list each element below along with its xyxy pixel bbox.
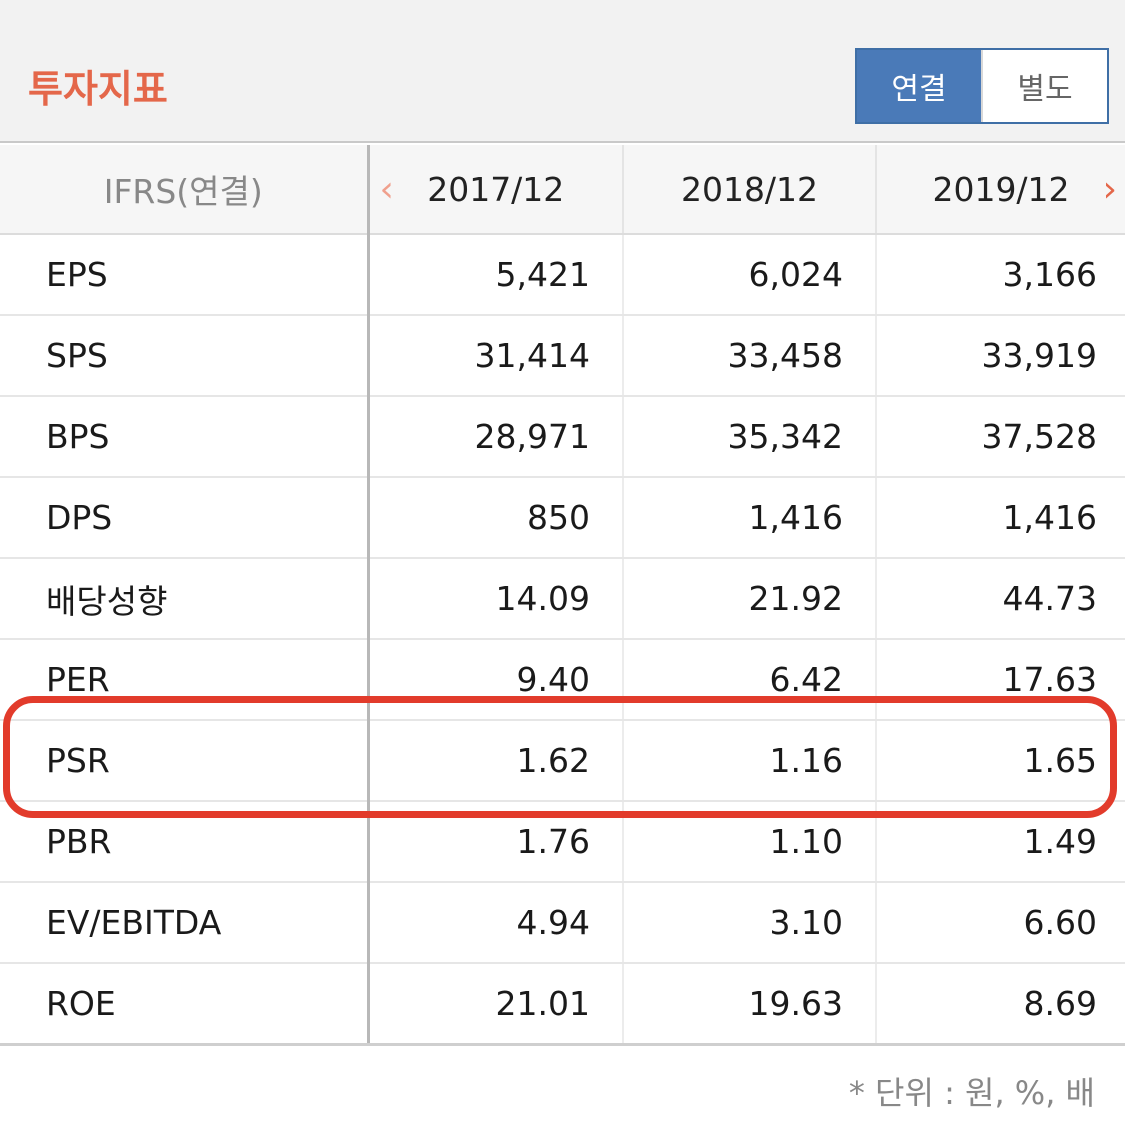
table-cell: 1,416: [623, 477, 877, 559]
table-cell: 17.63: [876, 639, 1125, 721]
table-cell: 14.09: [368, 558, 624, 640]
table-cell: 44.73: [876, 558, 1125, 640]
table-cell: 1.65: [876, 720, 1125, 802]
label-column-header: IFRS(연결): [0, 145, 370, 235]
table-row: DPS 850 1,416 1,416: [0, 477, 1125, 559]
table-cell: 31,414: [368, 315, 624, 397]
column-header: 2019/12 ›: [876, 145, 1125, 235]
consolidated-button[interactable]: 연결: [857, 50, 981, 122]
table-cell: 35,342: [623, 396, 877, 478]
table-cell: 28,971: [368, 396, 624, 478]
column-header-label: 2017/12: [427, 169, 565, 209]
table-cell: 19.63: [623, 963, 877, 1046]
row-label: SPS: [0, 315, 370, 397]
row-label: DPS: [0, 477, 370, 559]
table-row: BPS 28,971 35,342 37,528: [0, 396, 1125, 478]
table-cell: 33,458: [623, 315, 877, 397]
section-title: 투자지표: [28, 67, 168, 111]
table-row: EV/EBITDA 4.94 3.10 6.60: [0, 882, 1125, 964]
column-header-label: 2019/12: [932, 169, 1070, 209]
column-header: 2018/12: [623, 145, 877, 235]
table-cell: 9.40: [368, 639, 624, 721]
row-label: PBR: [0, 801, 370, 883]
consolidation-toggle: 연결 별도: [855, 48, 1109, 124]
table-cell: 37,528: [876, 396, 1125, 478]
row-label: BPS: [0, 396, 370, 478]
table-cell: 33,919: [876, 315, 1125, 397]
column-header-label: 2018/12: [680, 169, 819, 209]
table-row: PER 9.40 6.42 17.63: [0, 639, 1125, 721]
table-cell: 1.16: [623, 720, 877, 802]
table-cell: 4.94: [368, 882, 624, 964]
table-row: 배당성향 14.09 21.92 44.73: [0, 558, 1125, 640]
investment-indicators-table-wrap: IFRS(연결) ‹ 2017/12 2018/12 2019/12 › EPS…: [0, 145, 1125, 1046]
table-cell: 21.01: [368, 963, 624, 1046]
row-label: EPS: [0, 234, 370, 316]
table-row: ROE 21.01 19.63 8.69: [0, 963, 1125, 1046]
chevron-right-icon[interactable]: ›: [1103, 169, 1117, 210]
table-header-row: IFRS(연결) ‹ 2017/12 2018/12 2019/12 ›: [0, 145, 1125, 235]
table-cell: 21.92: [623, 558, 877, 640]
table-cell: 8.69: [876, 963, 1125, 1046]
table-row: EPS 5,421 6,024 3,166: [0, 234, 1125, 316]
row-label: PSR: [0, 720, 370, 802]
table-cell: 1.10: [623, 801, 877, 883]
table-cell: 1,416: [876, 477, 1125, 559]
column-header: ‹ 2017/12: [368, 145, 624, 235]
table-cell: 3.10: [623, 882, 877, 964]
separate-button[interactable]: 별도: [981, 50, 1107, 122]
table-cell: 1.62: [368, 720, 624, 802]
table-cell: 850: [368, 477, 624, 559]
table-row: PBR 1.76 1.10 1.49: [0, 801, 1125, 883]
table-row: SPS 31,414 33,458 33,919: [0, 315, 1125, 397]
investment-indicators-table: IFRS(연결) ‹ 2017/12 2018/12 2019/12 › EPS…: [0, 145, 1125, 1046]
table-cell: 1.76: [368, 801, 624, 883]
row-label: 배당성향: [0, 558, 370, 640]
table-row-highlighted: PSR 1.62 1.16 1.65: [0, 720, 1125, 802]
row-label: EV/EBITDA: [0, 882, 370, 964]
table-cell: 1.49: [876, 801, 1125, 883]
table-cell: 6.60: [876, 882, 1125, 964]
chevron-left-icon[interactable]: ‹: [380, 169, 394, 210]
table-cell: 6.42: [623, 639, 877, 721]
table-cell: 6,024: [623, 234, 877, 316]
row-label: ROE: [0, 963, 370, 1046]
table-cell: 3,166: [876, 234, 1125, 316]
unit-footnote: * 단위 : 원, %, 배: [848, 1074, 1095, 1112]
row-label: PER: [0, 639, 370, 721]
table-cell: 5,421: [368, 234, 624, 316]
section-header: 투자지표 연결 별도: [0, 0, 1125, 143]
